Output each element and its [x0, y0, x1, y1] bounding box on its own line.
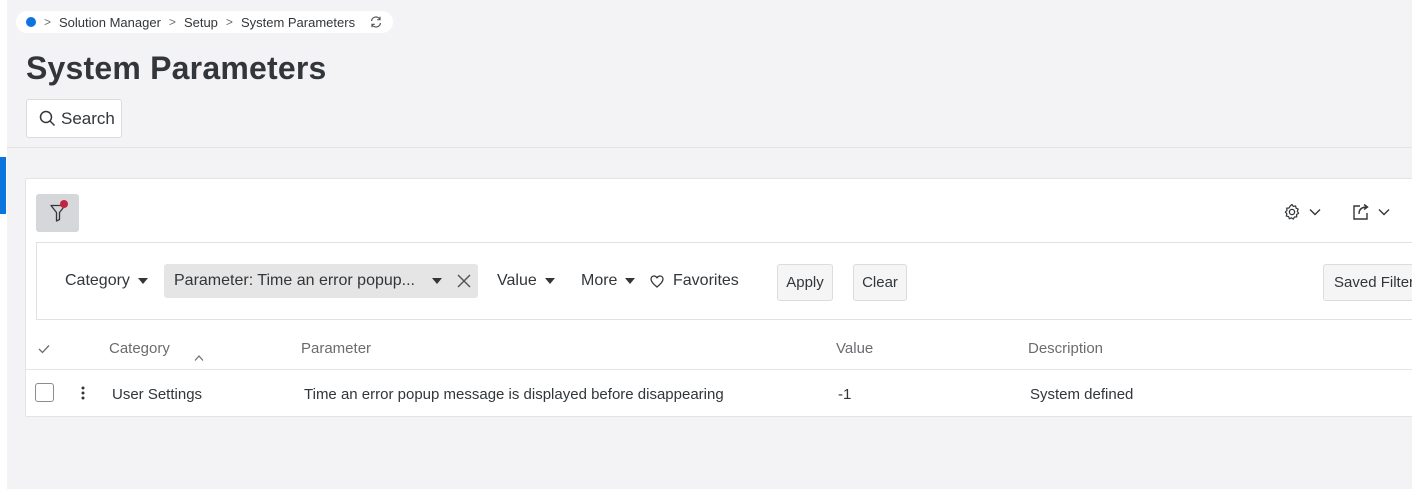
column-header-value[interactable]: Value — [836, 340, 873, 357]
column-header-description[interactable]: Description — [1028, 340, 1103, 357]
cell-category: User Settings — [112, 386, 203, 403]
gear-icon — [1284, 203, 1300, 220]
search-label: Search — [61, 108, 115, 128]
active-filter-dot — [60, 200, 68, 208]
settings-menu-button[interactable] — [1283, 203, 1321, 221]
left-edge — [0, 0, 7, 489]
column-header-category[interactable]: Category — [109, 340, 170, 357]
cell-parameter: Time an error popup message is displayed… — [304, 386, 724, 403]
chevron-right-icon: > — [44, 15, 52, 29]
favorites-label: Favorites — [673, 272, 739, 289]
category-filter-dropdown[interactable]: Category — [65, 264, 148, 298]
table-header: Category Parameter Value Description — [26, 334, 1412, 370]
cell-description: System defined — [1030, 386, 1134, 403]
chevron-down-icon — [1309, 209, 1321, 216]
cell-value: -1 — [838, 386, 852, 403]
breadcrumb-setup[interactable]: Setup — [184, 15, 218, 30]
category-filter-label: Category — [65, 272, 130, 289]
chevron-down-icon — [1378, 209, 1390, 216]
value-filter-dropdown[interactable]: Value — [497, 264, 555, 298]
filter-bar: Category Parameter: Time an error popup.… — [36, 242, 1412, 320]
search-icon — [39, 110, 56, 127]
export-icon — [1353, 203, 1369, 220]
sort-ascending-icon[interactable] — [194, 355, 204, 361]
breadcrumb: > Solution Manager > Setup > System Para… — [16, 11, 394, 33]
caret-down-icon — [625, 278, 636, 284]
parameter-filter-label: Parameter: Time an error popup... — [174, 272, 415, 289]
row-checkbox[interactable] — [35, 383, 54, 402]
home-dot-icon[interactable] — [26, 17, 36, 27]
search-button[interactable]: Search — [26, 99, 122, 138]
caret-down-icon[interactable] — [432, 278, 442, 284]
value-filter-label: Value — [497, 272, 537, 289]
more-filters-label: More — [581, 272, 618, 289]
breadcrumb-solution-manager[interactable]: Solution Manager — [59, 15, 161, 30]
clear-button[interactable]: Clear — [853, 264, 907, 301]
chevron-right-icon: > — [168, 15, 176, 29]
checkmark-icon[interactable] — [38, 344, 50, 354]
export-menu-button[interactable] — [1352, 203, 1390, 221]
column-header-parameter[interactable]: Parameter — [301, 340, 371, 357]
refresh-icon[interactable] — [369, 15, 383, 29]
caret-down-icon — [544, 278, 555, 284]
favorites-button[interactable]: Favorites — [650, 264, 739, 298]
divider — [7, 147, 1412, 148]
more-filters-dropdown[interactable]: More — [581, 264, 636, 298]
heart-icon — [650, 274, 664, 288]
filter-toggle-button[interactable] — [36, 194, 79, 232]
breadcrumb-system-parameters: System Parameters — [240, 14, 356, 30]
chevron-right-icon: > — [225, 15, 233, 29]
saved-filters-button[interactable]: Saved Filters — [1323, 264, 1412, 301]
table-row[interactable]: User Settings Time an error popup messag… — [26, 370, 1412, 417]
page-title: System Parameters — [26, 50, 327, 86]
caret-down-icon — [137, 278, 148, 284]
close-icon[interactable] — [456, 273, 472, 289]
kebab-menu-icon[interactable] — [81, 386, 85, 400]
apply-button[interactable]: Apply — [777, 264, 833, 301]
parameter-filter-chip[interactable]: Parameter: Time an error popup... — [164, 264, 478, 298]
nav-accent-bar[interactable] — [0, 157, 6, 214]
results-panel: Category Parameter: Time an error popup.… — [25, 178, 1412, 417]
